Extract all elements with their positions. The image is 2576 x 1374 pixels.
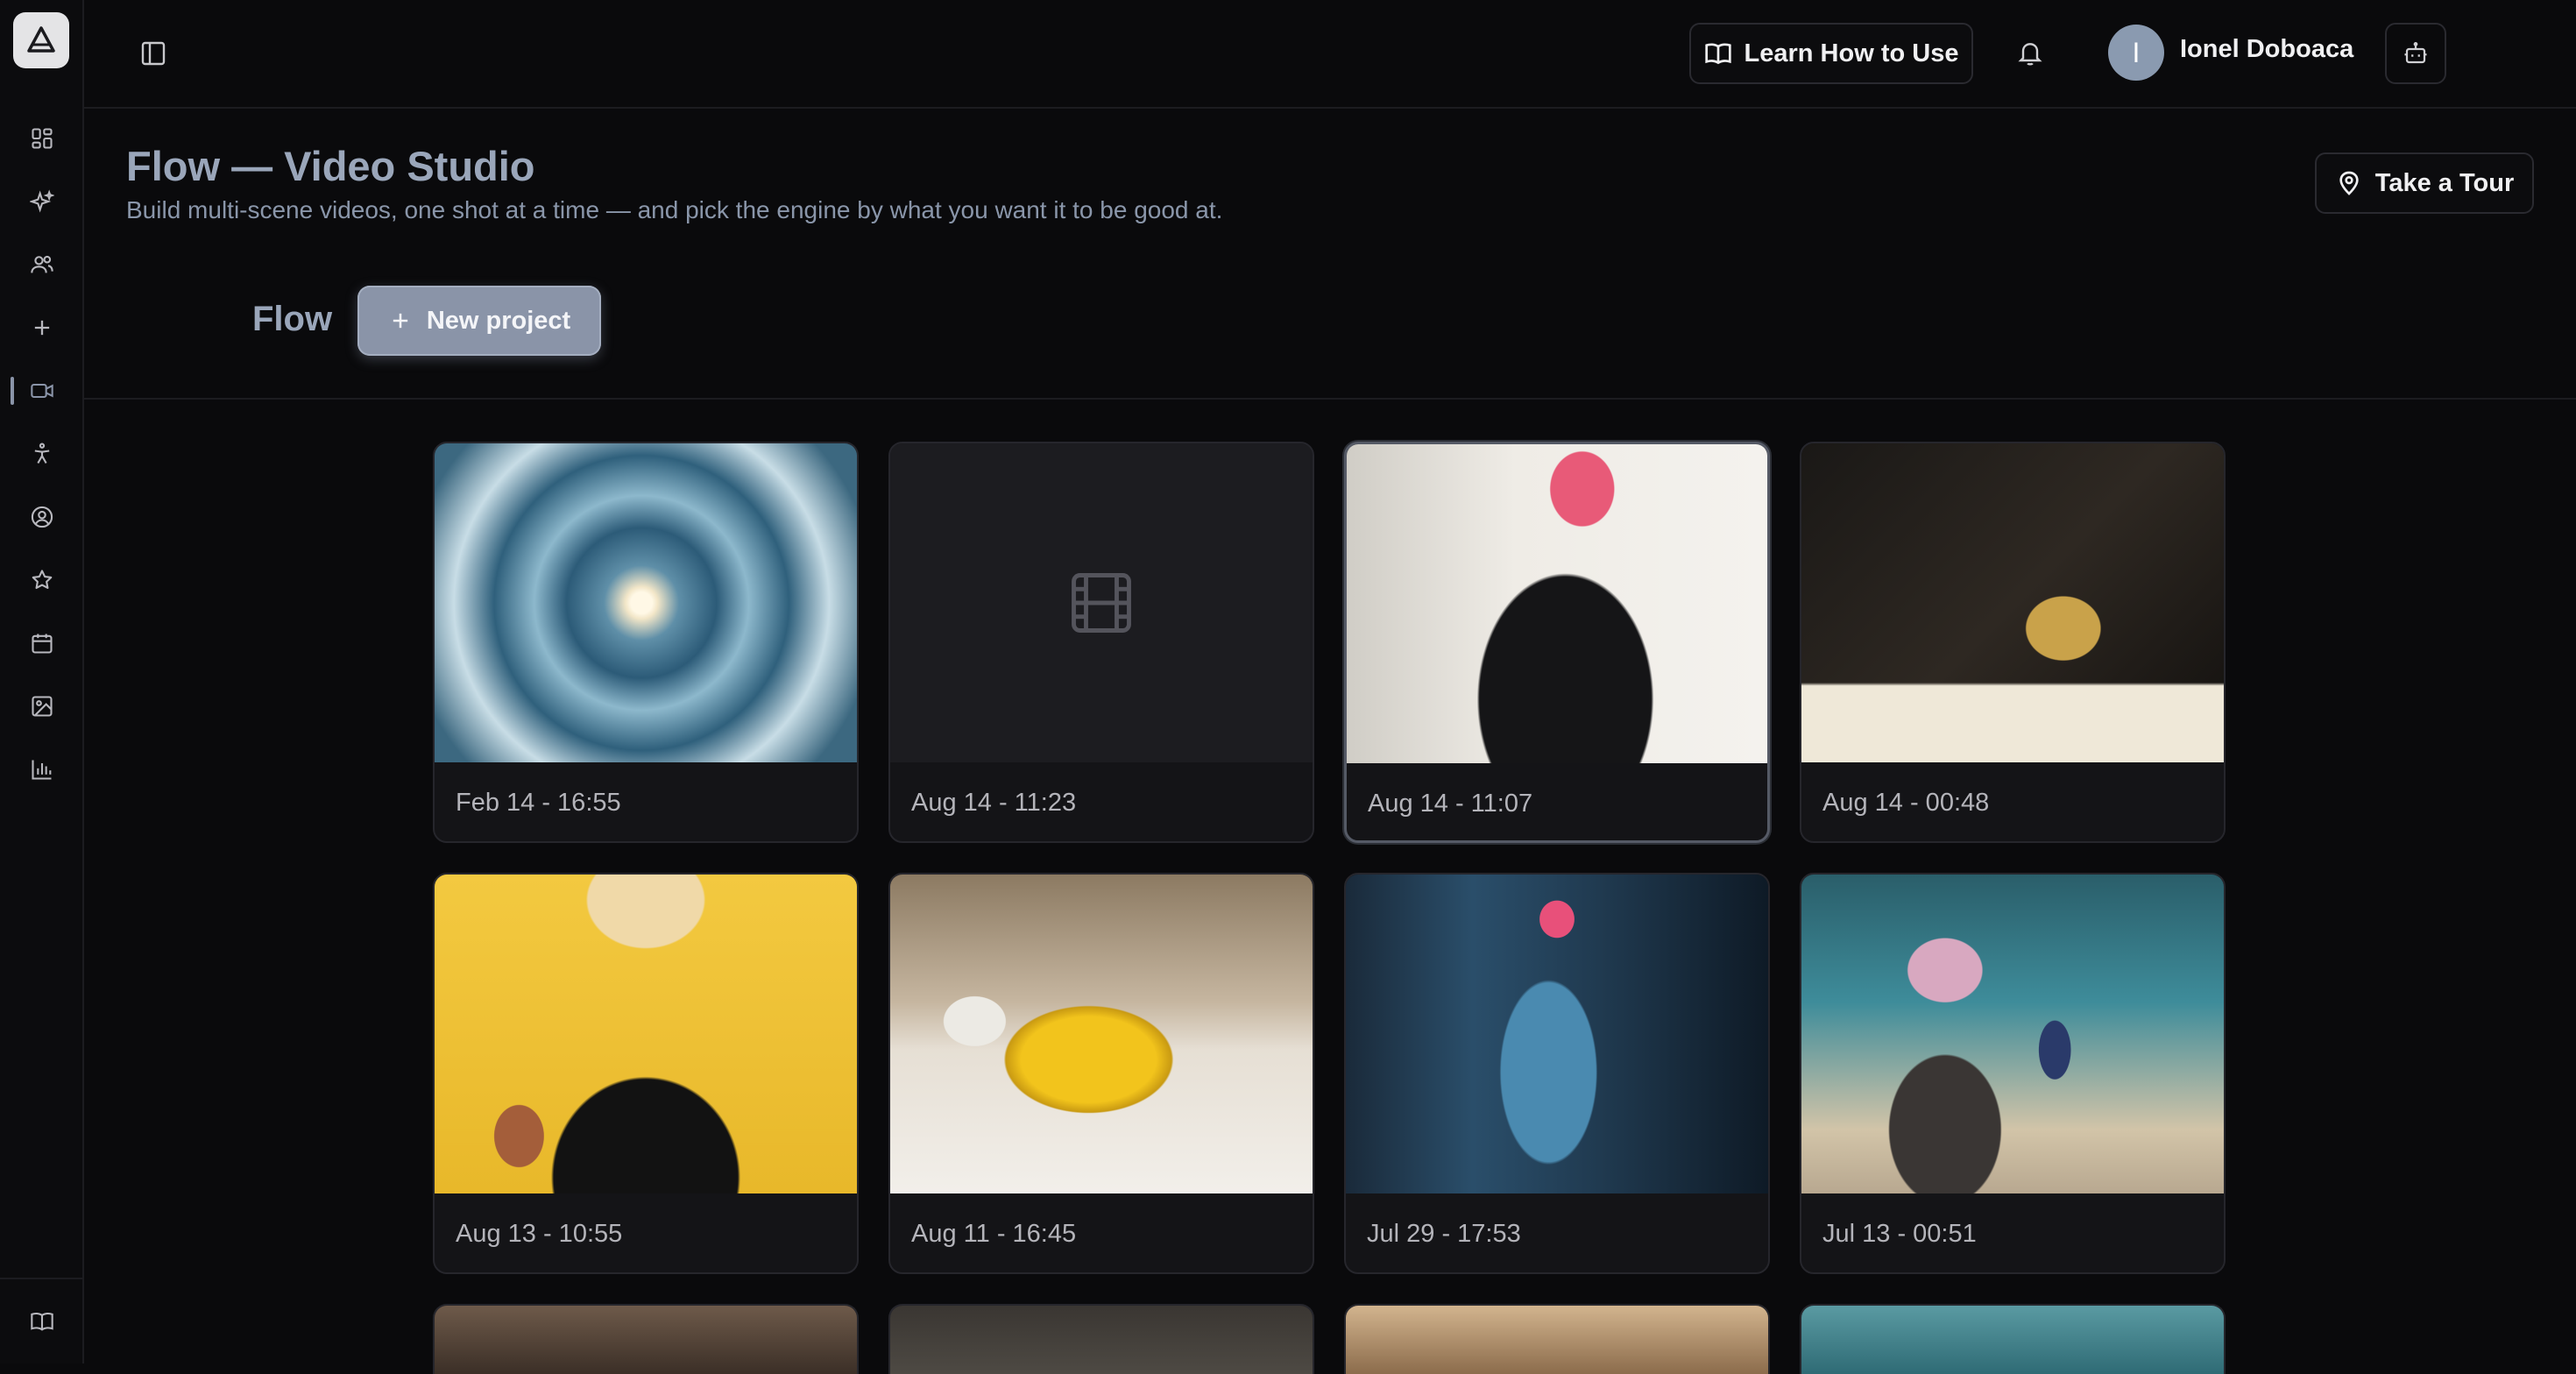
project-card[interactable]: Aug 11 - 16:45	[888, 873, 1314, 1274]
film-icon	[1072, 573, 1131, 633]
sidebar-item-favorites[interactable]	[18, 556, 67, 605]
new-project-button[interactable]: New project	[357, 286, 601, 356]
sparkle-icon	[30, 189, 54, 213]
project-grid: Feb 14 - 16:55 Aug 14 - 11:23 Aug 14 - 1…	[433, 442, 2227, 1374]
sidebar-item-calendar[interactable]	[18, 619, 67, 668]
sidebar-item-avatar[interactable]	[18, 429, 67, 478]
project-card[interactable]	[1800, 1304, 2226, 1374]
users-icon	[31, 255, 53, 273]
project-thumbnail	[1801, 875, 2224, 1193]
project-card[interactable]: Aug 14 - 11:23	[888, 442, 1314, 843]
avatar[interactable]: I	[2108, 25, 2164, 81]
project-card-selected[interactable]: Aug 14 - 11:07	[1344, 442, 1770, 843]
tour-button-label: Take a Tour	[2374, 168, 2515, 197]
sidebar-item-create[interactable]	[18, 303, 67, 352]
header-divider	[84, 398, 2576, 400]
sidebar-item-profile[interactable]	[18, 492, 67, 542]
sidebar-item-users[interactable]	[18, 240, 67, 289]
project-card[interactable]: Jul 13 - 00:51	[1800, 873, 2226, 1274]
new-project-label: New project	[426, 306, 571, 335]
accessibility-icon	[34, 443, 50, 464]
app-logo[interactable]	[13, 12, 69, 68]
sidebar-item-analytics[interactable]	[18, 745, 67, 794]
project-date: Jul 29 - 17:53	[1367, 1220, 1521, 1248]
panel-left-icon	[141, 41, 166, 66]
project-thumbnail	[435, 1306, 857, 1374]
project-date: Aug 14 - 11:23	[911, 789, 1077, 817]
bot-icon	[2404, 42, 2427, 64]
username[interactable]: Ionel Doboaca	[2180, 35, 2353, 64]
book-icon	[31, 1313, 53, 1331]
image-icon	[32, 696, 53, 717]
calendar-icon	[32, 634, 53, 654]
project-thumbnail	[890, 1306, 1313, 1374]
plus-icon	[393, 313, 407, 329]
sidebar	[0, 0, 84, 1363]
learn-how-to-use-button[interactable]: Learn How to Use	[1689, 23, 1973, 84]
project-thumbnail	[890, 875, 1313, 1193]
sidebar-item-ai-generate[interactable]	[18, 177, 67, 226]
plus-icon	[34, 320, 50, 336]
video-icon	[31, 383, 53, 399]
bar-chart-icon	[32, 760, 52, 780]
learn-button-label: Learn How to Use	[1744, 39, 1959, 67]
project-card[interactable]	[888, 1304, 1314, 1374]
sidebar-item-video[interactable]	[11, 366, 67, 415]
project-card[interactable]	[1344, 1304, 1770, 1374]
flow-section-label: Flow	[252, 300, 333, 338]
project-thumbnail	[1346, 1306, 1768, 1374]
project-date: Aug 14 - 11:07	[1368, 790, 1533, 818]
project-card[interactable]: Aug 14 - 00:48	[1800, 442, 2226, 843]
logo-triangle-icon	[27, 26, 55, 53]
assistant-bot-button[interactable]	[2385, 23, 2446, 84]
project-thumbnail	[435, 443, 857, 762]
project-thumbnail	[1347, 444, 1767, 763]
project-thumbnail-placeholder	[890, 443, 1313, 762]
sidebar-item-dashboard[interactable]	[18, 114, 67, 163]
project-date: Aug 13 - 10:55	[456, 1220, 623, 1248]
dashboard-icon	[32, 128, 53, 149]
project-date: Aug 11 - 16:45	[911, 1220, 1077, 1248]
page-title: Flow — Video Studio	[126, 143, 535, 189]
notifications-button[interactable]	[2006, 30, 2054, 77]
map-pin-icon	[2339, 171, 2359, 195]
project-card[interactable]: Jul 29 - 17:53	[1344, 873, 1770, 1274]
star-icon	[32, 570, 53, 590]
project-card[interactable]: Feb 14 - 16:55	[433, 442, 859, 843]
sidebar-item-images[interactable]	[18, 682, 67, 731]
user-circle-icon	[31, 506, 53, 528]
project-date: Aug 14 - 00:48	[1822, 789, 1990, 817]
project-card[interactable]	[433, 1304, 859, 1374]
sidebar-toggle-button[interactable]	[130, 30, 177, 77]
sidebar-divider	[0, 1278, 84, 1279]
sidebar-item-docs[interactable]	[18, 1297, 67, 1346]
project-thumbnail	[1801, 1306, 2224, 1374]
bell-icon	[2018, 43, 2042, 66]
take-a-tour-button[interactable]: Take a Tour	[2315, 152, 2534, 214]
project-thumbnail	[435, 875, 857, 1193]
avatar-initial: I	[2132, 36, 2141, 68]
project-thumbnail	[1346, 875, 1768, 1193]
book-open-icon	[1704, 43, 1731, 65]
project-date: Feb 14 - 16:55	[456, 789, 621, 817]
project-thumbnail	[1801, 443, 2224, 762]
project-card[interactable]: Aug 13 - 10:55	[433, 873, 859, 1274]
page-subtitle: Build multi-scene videos, one shot at a …	[126, 196, 1223, 223]
project-date: Jul 13 - 00:51	[1822, 1220, 1977, 1248]
